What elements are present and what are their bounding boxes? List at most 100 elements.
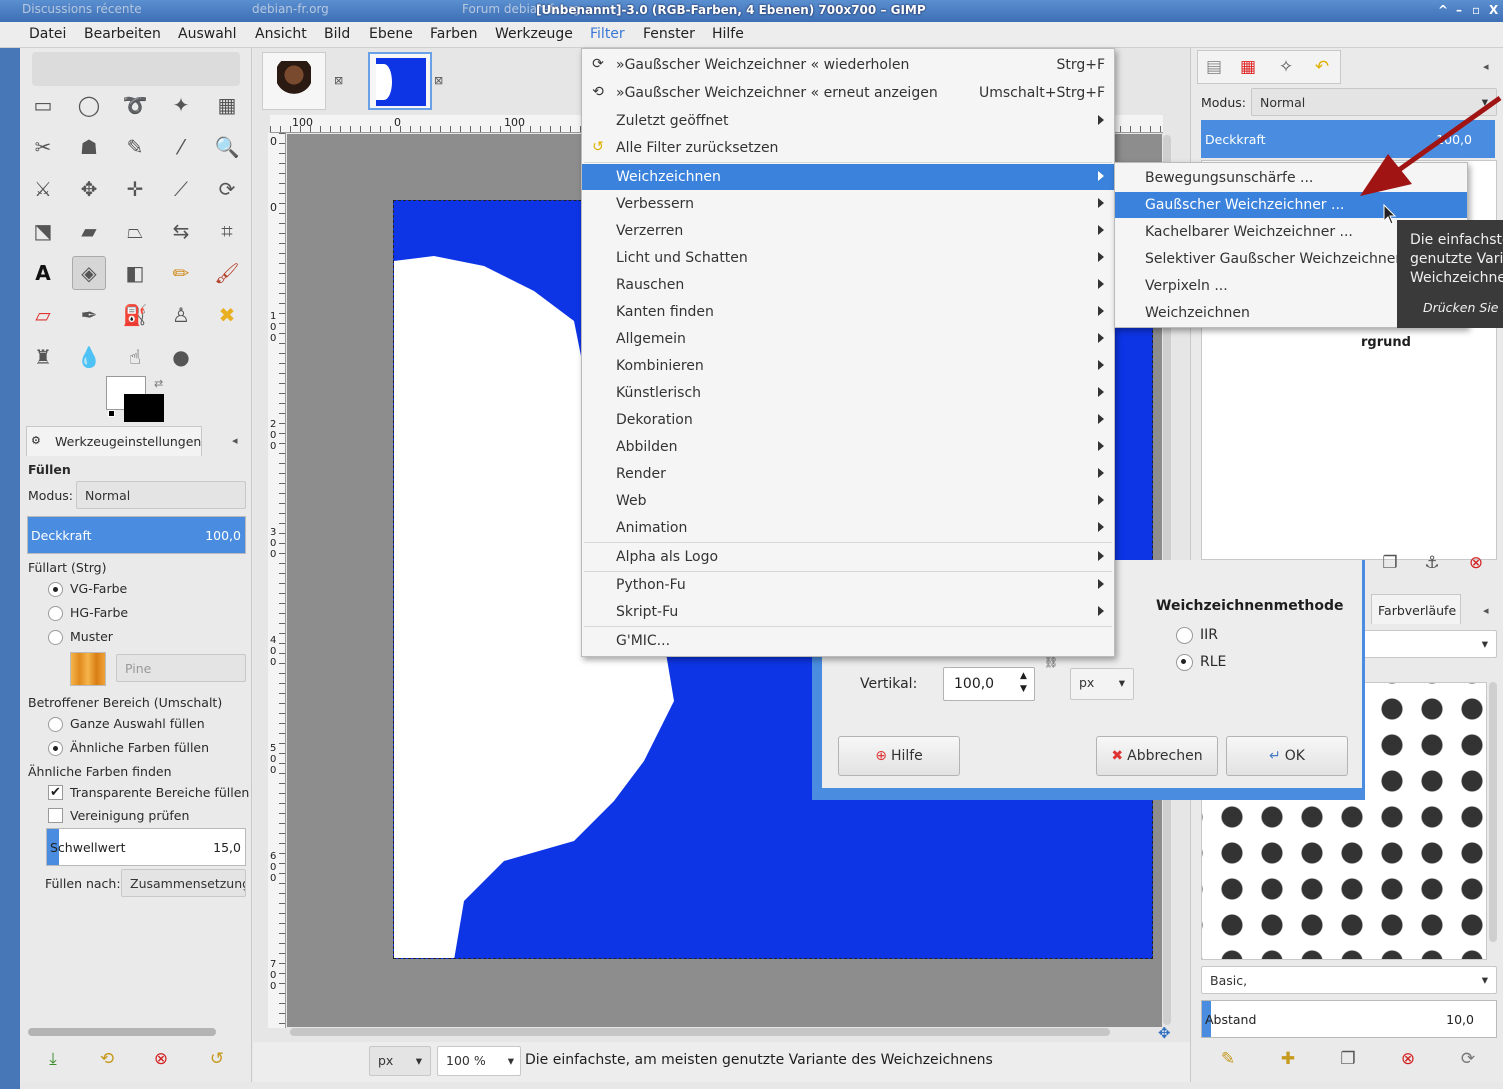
horizontal-scrollbar[interactable] xyxy=(290,1028,1110,1036)
brush-dock-menu-icon[interactable]: ◂ xyxy=(1483,604,1489,617)
sample-merged-checkbox[interactable] xyxy=(48,808,63,823)
heal-icon[interactable]: ✖ xyxy=(210,298,244,332)
vertical-ruler[interactable]: 0 0 100 200 300 400 500 600 700 xyxy=(268,133,286,1028)
bucket-fill-icon[interactable]: ◈ xyxy=(72,256,106,290)
save-tool-preset-icon[interactable]: ⤓ xyxy=(42,1048,64,1070)
threshold-slider[interactable]: Schwellwert 15,0 xyxy=(46,828,246,866)
measure-icon[interactable]: ⚔ xyxy=(26,172,60,206)
help-button[interactable]: ⊕ Hilfe xyxy=(838,736,960,776)
menu-item-distort[interactable]: Verzerren xyxy=(582,218,1114,244)
paths-icon[interactable]: ✎ xyxy=(118,130,152,164)
background-color-swatch[interactable] xyxy=(124,394,164,422)
smudge-icon[interactable]: ☝ xyxy=(118,340,152,374)
brush-spacing-slider[interactable]: Abstand 10,0 xyxy=(1201,1000,1497,1038)
flip-icon[interactable]: ⇆ xyxy=(164,214,198,248)
ink-icon[interactable]: ⛽ xyxy=(118,298,152,332)
menu-item-enhance[interactable]: Verbessern xyxy=(582,191,1114,217)
foreground-select-icon[interactable]: ☗ xyxy=(72,130,106,164)
scissors-select-icon[interactable]: ✂ xyxy=(26,130,60,164)
pencil-icon[interactable]: ✏ xyxy=(164,256,198,290)
menu-item-repeat-gauss[interactable]: ⟳ »Gaußscher Weichzeichner « wiederholen S… xyxy=(582,52,1114,78)
menu-item-artistic[interactable]: Künstlerisch xyxy=(582,380,1114,406)
menu-item-web[interactable]: Web xyxy=(582,488,1114,514)
menu-item-reshow-gauss[interactable]: ⟲ »Gaußscher Weichzeichner « erneut anzei… xyxy=(582,80,1114,106)
align-icon[interactable]: ✛ xyxy=(118,172,152,206)
new-brush-icon[interactable]: ✚ xyxy=(1277,1048,1299,1070)
move-icon[interactable]: ✥ xyxy=(72,172,106,206)
image-tab-2[interactable] xyxy=(368,52,432,110)
channels-tab-icon[interactable]: ▦ xyxy=(1237,56,1259,78)
fill-transparent-checkbox[interactable]: ✔ xyxy=(48,785,63,800)
ok-button[interactable]: ↵ OK xyxy=(1226,736,1348,776)
brush-filter-select[interactable]: ▾ xyxy=(1361,630,1497,658)
menu-item-alpha-to-logo[interactable]: Alpha als Logo xyxy=(582,544,1114,570)
dodge-burn-icon[interactable]: ● xyxy=(164,340,198,374)
menu-item-blur[interactable]: Weichzeichnen xyxy=(582,164,1114,190)
method-rle-radio[interactable] xyxy=(1176,654,1193,671)
menu-item-recent[interactable]: Zuletzt geöffnet xyxy=(582,108,1114,134)
fill-by-select[interactable]: Zusammensetzung xyxy=(121,869,246,897)
pattern-name-field[interactable]: Pine xyxy=(116,654,246,682)
layer-name-background[interactable]: rgrund xyxy=(1361,335,1411,350)
menu-filter[interactable]: Filter xyxy=(590,26,625,42)
cage-transform-icon[interactable]: ⌗ xyxy=(210,214,244,248)
duplicate-layer-icon[interactable]: ❐ xyxy=(1379,552,1401,574)
color-select-icon[interactable]: ▦ xyxy=(210,88,244,122)
delete-tool-preset-icon[interactable]: ⊗ xyxy=(150,1048,172,1070)
fill-fg-radio[interactable] xyxy=(48,582,63,597)
blend-icon[interactable]: ◧ xyxy=(118,256,152,290)
menu-item-render[interactable]: Render xyxy=(582,461,1114,487)
menu-item-map[interactable]: Abbilden xyxy=(582,434,1114,460)
window-close-button[interactable]: X xyxy=(1489,3,1498,17)
color-picker-icon[interactable]: ⁄ xyxy=(164,130,198,164)
window-maximize-button[interactable]: ▫ xyxy=(1472,3,1480,17)
perspective-icon[interactable]: ⏢ xyxy=(118,214,152,248)
menu-item-python-fu[interactable]: Python-Fu xyxy=(582,572,1114,598)
delete-brush-icon[interactable]: ⊗ xyxy=(1397,1048,1419,1070)
ellipse-select-icon[interactable]: ◯ xyxy=(72,88,106,122)
eraser-icon[interactable]: ▱ xyxy=(26,298,60,332)
perspective-clone-icon[interactable]: ♜ xyxy=(26,340,60,374)
menu-auswahl[interactable]: Auswahl xyxy=(178,26,237,42)
anchor-layer-icon[interactable]: ⚓ xyxy=(1421,552,1443,574)
pattern-preview[interactable] xyxy=(70,652,106,686)
refresh-brushes-icon[interactable]: ⟳ xyxy=(1457,1048,1479,1070)
rotate-icon[interactable]: ⟳ xyxy=(210,172,244,206)
menu-werkzeuge[interactable]: Werkzeuge xyxy=(495,26,573,42)
menu-item-decor[interactable]: Dekoration xyxy=(582,407,1114,433)
zoom-select[interactable]: 100 % ▾ xyxy=(437,1046,521,1076)
menu-datei[interactable]: Datei xyxy=(29,26,66,42)
undo-history-tab-icon[interactable]: ↶ xyxy=(1311,56,1333,78)
menu-item-reset-all[interactable]: ↺ Alle Filter zurücksetzen xyxy=(582,135,1114,161)
gradients-tab[interactable]: Farbverläufe xyxy=(1371,594,1461,624)
unit-px-select[interactable]: px ▾ xyxy=(1070,668,1134,700)
menu-item-animation[interactable]: Animation xyxy=(582,515,1114,541)
menu-bild[interactable]: Bild xyxy=(324,26,350,42)
menu-fenster[interactable]: Fenster xyxy=(643,26,695,42)
free-select-icon[interactable]: ➰ xyxy=(118,88,152,122)
rect-select-icon[interactable]: ▭ xyxy=(26,88,60,122)
cancel-button[interactable]: ✖ Abbrechen xyxy=(1096,736,1218,776)
blur-sharpen-icon[interactable]: 💧 xyxy=(72,340,106,374)
menu-item-combine[interactable]: Kombinieren xyxy=(582,353,1114,379)
delete-layer-icon[interactable]: ⊗ xyxy=(1465,552,1487,574)
window-minimize-button[interactable]: – xyxy=(1456,3,1462,17)
menu-farben[interactable]: Farben xyxy=(430,26,477,42)
brush-set-select[interactable]: Basic, ▾ xyxy=(1201,966,1497,994)
menu-item-script-fu[interactable]: Skript-Fu xyxy=(582,599,1114,625)
clone-icon[interactable]: ♙ xyxy=(164,298,198,332)
toolbox-scrollbar[interactable] xyxy=(28,1028,216,1036)
close-tab-2-icon[interactable]: ⊠ xyxy=(434,74,443,87)
crop-icon[interactable]: ⟋ xyxy=(164,172,198,206)
menu-item-gmic[interactable]: G'MIC... xyxy=(582,628,1114,654)
method-iir-radio[interactable] xyxy=(1176,627,1193,644)
fill-whole-selection-radio[interactable] xyxy=(48,717,63,732)
brushes-scrollbar[interactable] xyxy=(1489,682,1497,942)
menu-item-edge-detect[interactable]: Kanten finden xyxy=(582,299,1114,325)
tool-options-tab[interactable]: ⚙ Werkzeugeinstellungen xyxy=(26,426,202,456)
opacity-slider[interactable]: Deckkraft 100,0 xyxy=(27,516,246,554)
swap-colors-icon[interactable]: ⇄ xyxy=(154,377,163,390)
restore-tool-preset-icon[interactable]: ⟲ xyxy=(96,1048,118,1070)
mode-select[interactable]: Normal xyxy=(76,481,246,509)
layers-tab-icon[interactable]: ▤ xyxy=(1203,56,1225,78)
